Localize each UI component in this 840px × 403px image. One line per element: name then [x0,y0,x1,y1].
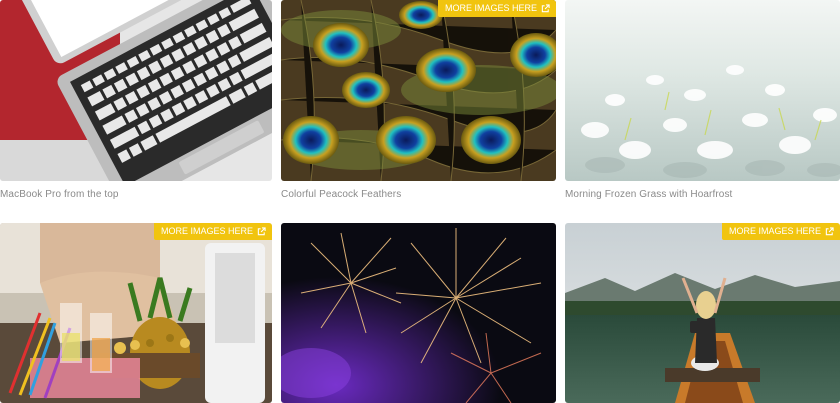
card-caption[interactable]: Morning Frozen Grass with Hoarfrost [565,189,732,200]
macbook-thumbnail[interactable] [0,0,272,181]
external-link-icon [257,227,266,236]
more-images-button[interactable]: MORE IMAGES HERE [721,223,840,240]
more-images-label: MORE IMAGES HERE [160,226,253,236]
lake-boat-thumbnail[interactable]: MORE IMAGES HERE [565,223,840,403]
card-caption[interactable]: MacBook Pro from the top [0,189,119,200]
more-images-button[interactable]: MORE IMAGES HERE [437,0,556,17]
peacock-thumbnail[interactable]: MORE IMAGES HERE [281,0,556,181]
external-link-icon [825,227,834,236]
frozen-grass-thumbnail[interactable] [565,0,840,181]
card-caption[interactable]: Colorful Peacock Feathers [281,189,401,200]
fireworks-thumbnail[interactable] [281,223,556,403]
more-images-label: MORE IMAGES HERE [728,226,821,236]
more-images-button[interactable]: MORE IMAGES HERE [153,223,272,240]
kitchen-thumbnail[interactable]: MORE IMAGES HERE [0,223,272,403]
more-images-label: MORE IMAGES HERE [444,3,537,13]
external-link-icon [541,4,550,13]
